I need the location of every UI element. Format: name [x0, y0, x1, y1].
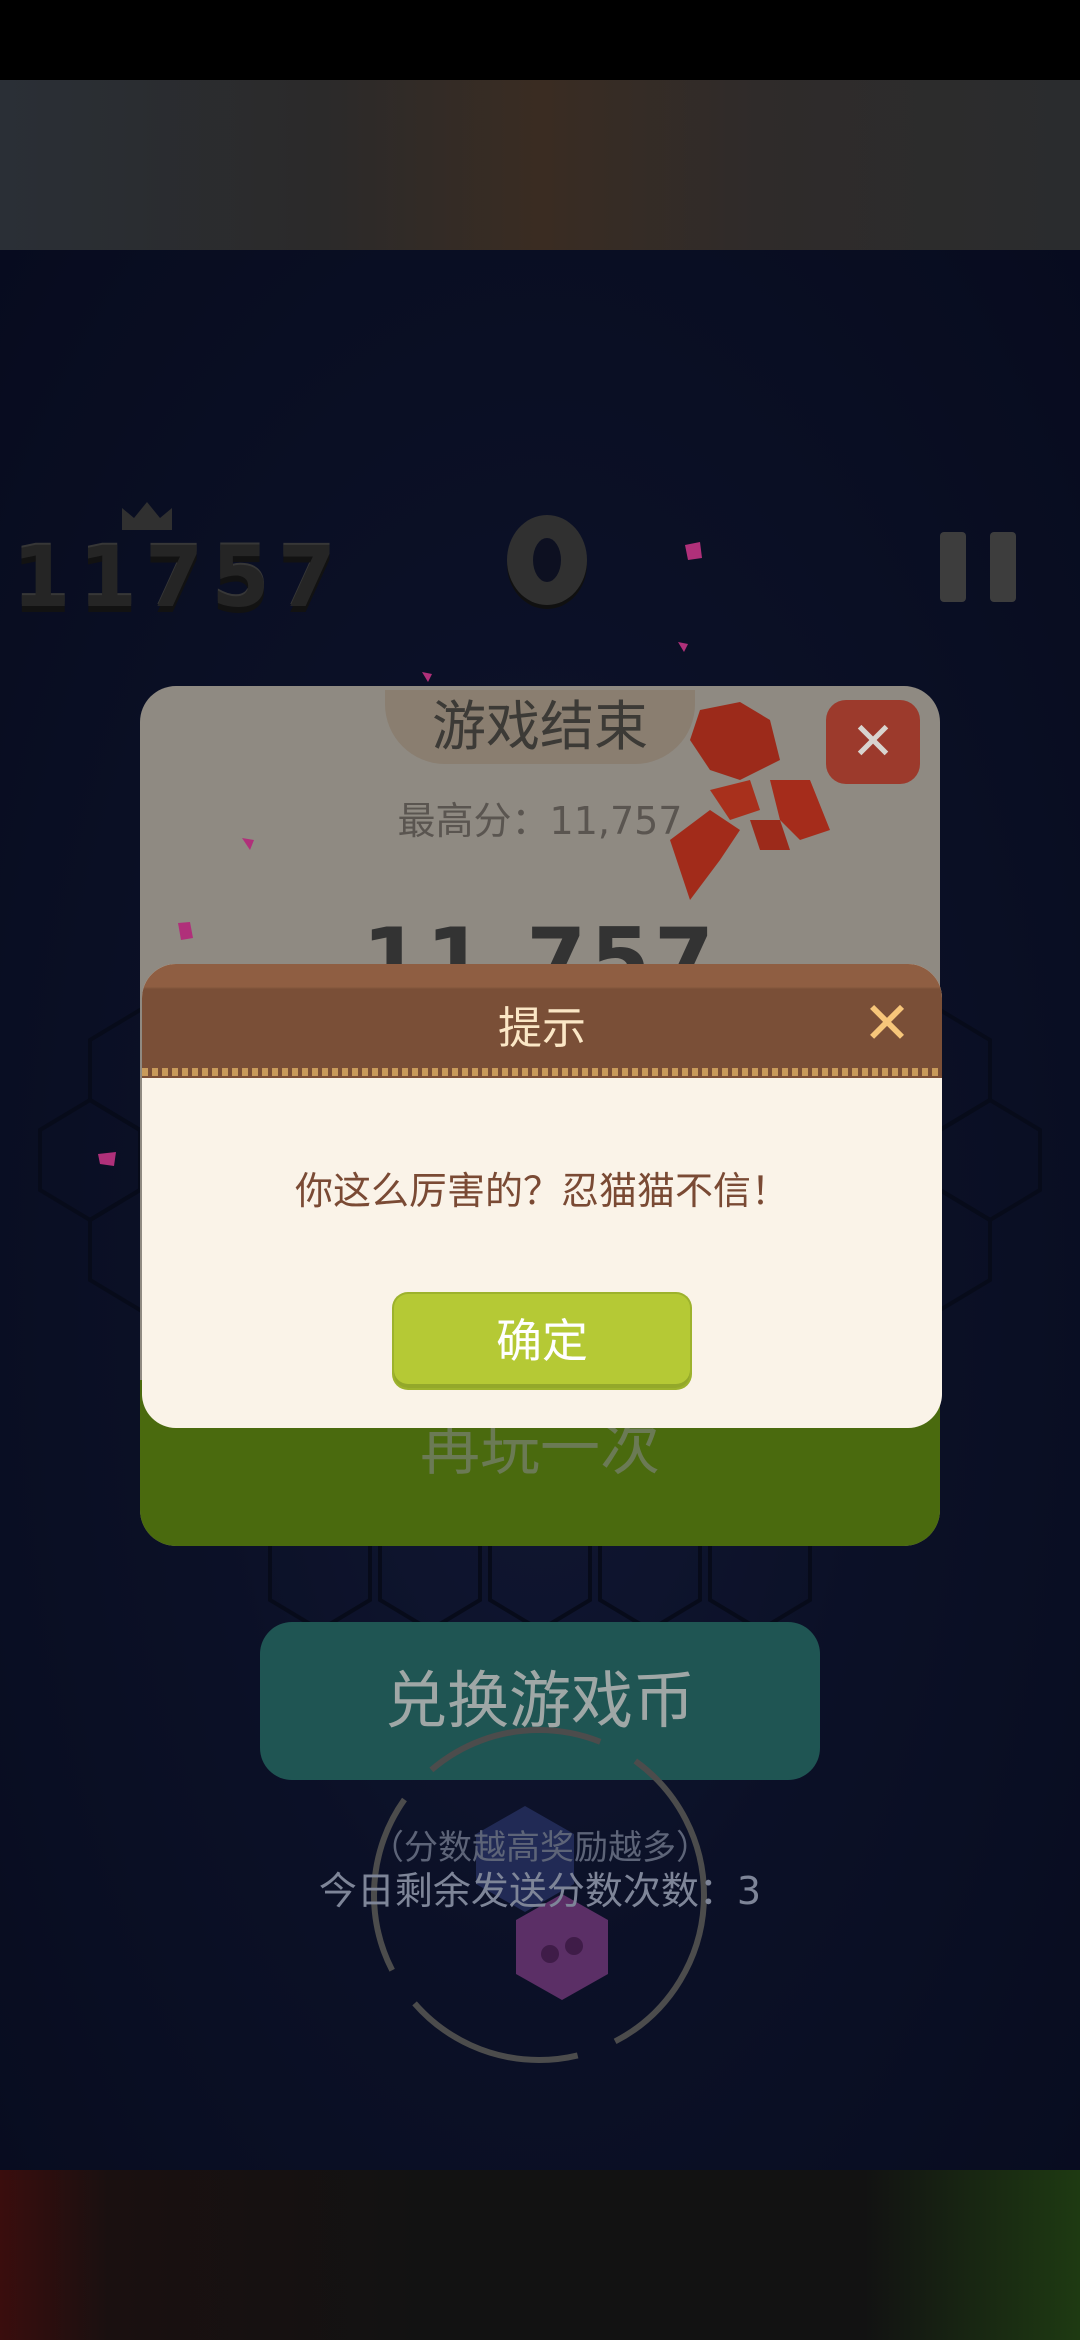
- dialog-ok-label: 确定: [496, 1314, 588, 1368]
- confetti-piece: [242, 838, 254, 850]
- remaining-send-count: 今日剩余发送分数次数：3: [318, 1869, 762, 1913]
- confetti-decoration: [670, 702, 830, 900]
- confetti-piece: [685, 542, 702, 560]
- confetti-piece: [178, 922, 193, 940]
- dialog-close-icon[interactable]: ✕: [860, 994, 914, 1052]
- confetti-piece: [98, 1152, 116, 1166]
- game-over-close-button[interactable]: ✕: [826, 700, 920, 784]
- status-bar: [0, 0, 1080, 80]
- confetti-piece: [678, 642, 688, 652]
- confetti-piece: [422, 672, 432, 682]
- hint-dialog: 提示 ✕ 你这么厉害的？忍猫猫不信！ 确定: [142, 964, 942, 1428]
- bottom-banner-area: [0, 2170, 1080, 2340]
- dialog-message: 你这么厉害的？忍猫猫不信！: [294, 1169, 789, 1213]
- dialog-ok-button[interactable]: 确定: [394, 1294, 690, 1388]
- top-banner-area: [0, 80, 1080, 250]
- dialog-header-trim: [142, 1068, 942, 1076]
- close-icon: ✕: [851, 712, 895, 772]
- dialog-title: 提示: [498, 1003, 586, 1054]
